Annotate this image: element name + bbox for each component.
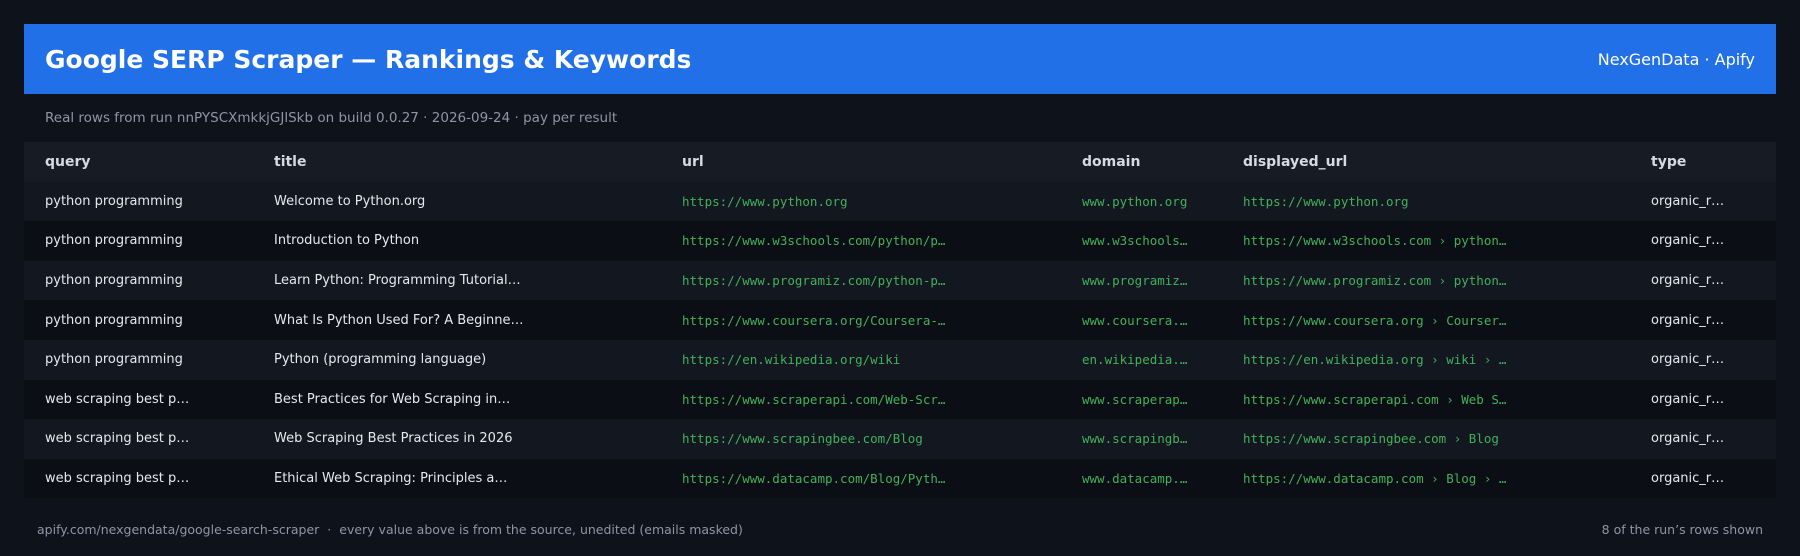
cell-title: What Is Python Used For? A Beginne… <box>253 300 661 340</box>
cell-domain: www.scrapingb… <box>1061 419 1222 459</box>
header-bar: Google SERP Scraper — Rankings & Keyword… <box>24 24 1776 94</box>
table-row[interactable]: python programming What Is Python Used F… <box>24 300 1776 340</box>
cell-displayed-url: https://www.scraperapi.com › Web S… <box>1222 379 1630 420</box>
results-table: query title url domain displayed_url typ… <box>24 142 1776 499</box>
cell-title: Introduction to Python <box>253 221 661 261</box>
cell-url[interactable]: https://www.scrapingbee.com/Blog <box>661 419 1061 459</box>
table-row[interactable]: web scraping best p… Ethical Web Scrapin… <box>24 458 1776 499</box>
cell-type: organic_r… <box>1630 419 1776 459</box>
cell-query: python programming <box>24 221 253 261</box>
cell-displayed-url: https://www.scrapingbee.com › Blog <box>1222 419 1630 459</box>
column-header-title[interactable]: title <box>253 142 661 182</box>
cell-url[interactable]: https://www.coursera.org/Coursera-… <box>661 300 1061 340</box>
cell-domain: www.datacamp.… <box>1061 458 1222 499</box>
cell-domain: www.w3schools… <box>1061 221 1222 261</box>
footer-note: every value above is from the source, un… <box>339 522 743 537</box>
cell-query: python programming <box>24 300 253 340</box>
cell-query: web scraping best p… <box>24 458 253 499</box>
column-header-displayed-url[interactable]: displayed_url <box>1222 142 1630 182</box>
cell-title: Python (programming language) <box>253 339 661 380</box>
cell-type: organic_r… <box>1630 379 1776 420</box>
cell-query: python programming <box>24 260 253 301</box>
cell-type: organic_r… <box>1630 458 1776 499</box>
cell-title: Best Practices for Web Scraping in… <box>253 379 661 420</box>
table-header-row: query title url domain displayed_url typ… <box>24 142 1776 182</box>
cell-displayed-url: https://www.python.org <box>1222 181 1630 222</box>
table-row[interactable]: python programming Introduction to Pytho… <box>24 221 1776 261</box>
cell-query: web scraping best p… <box>24 379 253 420</box>
source-link[interactable]: apify.com/nexgendata/google-search-scrap… <box>37 522 319 537</box>
cell-displayed-url: https://www.datacamp.com › Blog › … <box>1222 458 1630 499</box>
cell-type: organic_r… <box>1630 221 1776 261</box>
cell-displayed-url: https://en.wikipedia.org › wiki › … <box>1222 339 1630 380</box>
table-row[interactable]: python programming Learn Python: Program… <box>24 260 1776 301</box>
cell-type: organic_r… <box>1630 300 1776 340</box>
page-title: Google SERP Scraper — Rankings & Keyword… <box>45 44 692 74</box>
row-count: 8 of the run’s rows shown <box>1601 522 1763 537</box>
cell-url[interactable]: https://www.datacamp.com/Blog/Pyth… <box>661 458 1061 499</box>
cell-query: python programming <box>24 181 253 222</box>
cell-displayed-url: https://www.w3schools.com › python… <box>1222 221 1630 261</box>
footer-separator: · <box>327 522 332 537</box>
cell-type: organic_r… <box>1630 260 1776 301</box>
table-row[interactable]: web scraping best p… Best Practices for … <box>24 379 1776 420</box>
cell-type: organic_r… <box>1630 339 1776 380</box>
cell-title: Welcome to Python.org <box>253 181 661 222</box>
cell-title: Ethical Web Scraping: Principles a… <box>253 458 661 499</box>
cell-displayed-url: https://www.programiz.com › python… <box>1222 260 1630 301</box>
cell-domain: www.scraperap… <box>1061 379 1222 420</box>
run-info: Real rows from run nnPYSCXmkkjGJlSkb on … <box>45 110 618 126</box>
cell-url[interactable]: https://www.programiz.com/python-p… <box>661 260 1061 301</box>
cell-domain: www.coursera.… <box>1061 300 1222 340</box>
footer-source: apify.com/nexgendata/google-search-scrap… <box>37 522 743 537</box>
cell-url[interactable]: https://www.w3schools.com/python/p… <box>661 221 1061 261</box>
cell-title: Web Scraping Best Practices in 2026 <box>253 419 661 459</box>
cell-url[interactable]: https://en.wikipedia.org/wiki <box>661 339 1061 380</box>
brand-label[interactable]: NexGenData · Apify <box>1598 50 1755 69</box>
column-header-type[interactable]: type <box>1630 142 1776 182</box>
table-row[interactable]: web scraping best p… Web Scraping Best P… <box>24 419 1776 459</box>
cell-domain: www.programiz… <box>1061 260 1222 301</box>
column-header-query[interactable]: query <box>24 142 253 182</box>
column-header-domain[interactable]: domain <box>1061 142 1222 182</box>
cell-query: python programming <box>24 339 253 380</box>
cell-query: web scraping best p… <box>24 419 253 459</box>
column-header-url[interactable]: url <box>661 142 1061 182</box>
table-row[interactable]: python programming Welcome to Python.org… <box>24 181 1776 222</box>
cell-type: organic_r… <box>1630 181 1776 222</box>
cell-domain: en.wikipedia.… <box>1061 339 1222 380</box>
cell-title: Learn Python: Programming Tutorial… <box>253 260 661 301</box>
cell-domain: www.python.org <box>1061 181 1222 222</box>
cell-url[interactable]: https://www.python.org <box>661 181 1061 222</box>
cell-displayed-url: https://www.coursera.org › Courser… <box>1222 300 1630 340</box>
table-row[interactable]: python programming Python (programming l… <box>24 339 1776 380</box>
cell-url[interactable]: https://www.scraperapi.com/Web-Scr… <box>661 379 1061 420</box>
